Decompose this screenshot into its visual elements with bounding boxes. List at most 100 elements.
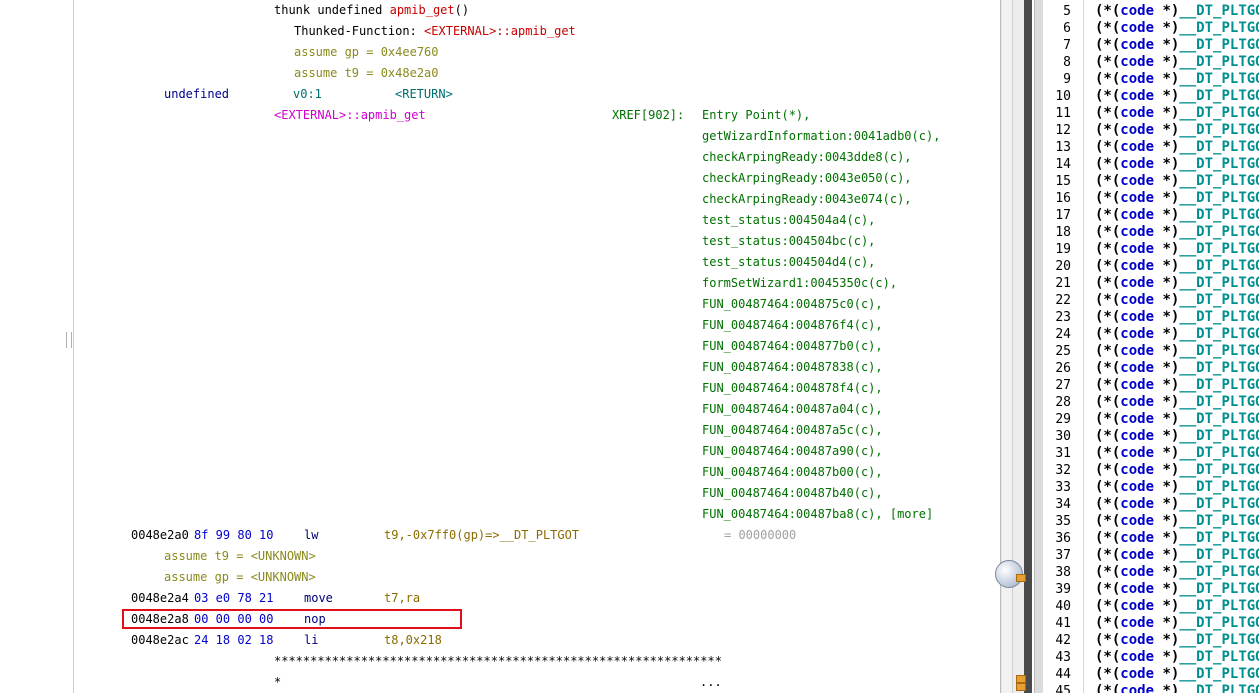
- decompiler-code[interactable]: (*(code *)__DT_PLTGOT: [1095, 190, 1259, 207]
- decompiler-code[interactable]: (*(code *)__DT_PLTGOT: [1095, 581, 1259, 598]
- thunked-target-link[interactable]: <EXTERNAL>::apmib_get: [424, 24, 576, 38]
- xref-entry[interactable]: FUN_00487464:00487b40(c),: [702, 483, 883, 504]
- decompiler-line[interactable]: 37 (*(code *)__DT_PLTGOT: [1043, 547, 1259, 564]
- decompiler-code[interactable]: (*(code *)__DT_PLTGOT: [1095, 105, 1259, 122]
- instr-address[interactable]: 0048e2a0: [131, 525, 189, 546]
- decompiler-code[interactable]: (*(code *)__DT_PLTGOT: [1095, 207, 1259, 224]
- decompiler-line[interactable]: 41 (*(code *)__DT_PLTGOT: [1043, 615, 1259, 632]
- decompiler-line[interactable]: 9 (*(code *)__DT_PLTGOT: [1043, 71, 1259, 88]
- instr-mnemonic[interactable]: li: [304, 630, 318, 651]
- decompiler-code[interactable]: (*(code *)__DT_PLTGOT: [1095, 224, 1259, 241]
- decompiler-line[interactable]: 6 (*(code *)__DT_PLTGOT: [1043, 20, 1259, 37]
- decompiler-line[interactable]: 13 (*(code *)__DT_PLTGOT: [1043, 139, 1259, 156]
- decompiler-line[interactable]: 12 (*(code *)__DT_PLTGOT: [1043, 122, 1259, 139]
- decompiler-code[interactable]: (*(code *)__DT_PLTGOT: [1095, 496, 1259, 513]
- decompiler-line[interactable]: 24 (*(code *)__DT_PLTGOT: [1043, 326, 1259, 343]
- decompiler-line[interactable]: 16 (*(code *)__DT_PLTGOT: [1043, 190, 1259, 207]
- decompiler-code[interactable]: (*(code *)__DT_PLTGOT: [1095, 547, 1259, 564]
- xref-entry[interactable]: FUN_00487464:004875c0(c),: [702, 294, 883, 315]
- decompiler-view[interactable]: 5 (*(code *)__DT_PLTGOT 6 (*(code *)__DT_PL…: [1043, 0, 1259, 693]
- bookmark-marker-icon[interactable]: [1016, 675, 1026, 683]
- xref-entry[interactable]: formSetWizard1:0045350c(c),: [702, 273, 897, 294]
- decompiler-code[interactable]: (*(code *)__DT_PLTGOT: [1095, 513, 1259, 530]
- decompiler-code[interactable]: (*(code *)__DT_PLTGOT: [1095, 649, 1259, 666]
- decompiler-line[interactable]: 21 (*(code *)__DT_PLTGOT: [1043, 275, 1259, 292]
- decompiler-code[interactable]: (*(code *)__DT_PLTGOT: [1095, 377, 1259, 394]
- instr-mnemonic[interactable]: move: [304, 588, 333, 609]
- xref-entry[interactable]: checkArpingReady:0043e074(c),: [702, 189, 912, 210]
- xref-entry[interactable]: getWizardInformation:0041adb0(c),: [702, 126, 940, 147]
- instr-operands[interactable]: t7,ra: [384, 588, 420, 609]
- xref-entry[interactable]: test_status:004504a4(c),: [702, 210, 875, 231]
- decompiler-code[interactable]: (*(code *)__DT_PLTGOT: [1095, 598, 1259, 615]
- decompiler-code[interactable]: (*(code *)__DT_PLTGOT: [1095, 292, 1259, 309]
- decompiler-code[interactable]: (*(code *)__DT_PLTGOT: [1095, 530, 1259, 547]
- decompiler-line[interactable]: 19 (*(code *)__DT_PLTGOT: [1043, 241, 1259, 258]
- decompiler-line[interactable]: 39 (*(code *)__DT_PLTGOT: [1043, 581, 1259, 598]
- decompiler-code[interactable]: (*(code *)__DT_PLTGOT: [1095, 326, 1259, 343]
- decompiler-code[interactable]: (*(code *)__DT_PLTGOT: [1095, 343, 1259, 360]
- decompiler-code[interactable]: (*(code *)__DT_PLTGOT: [1095, 564, 1259, 581]
- decompiler-line[interactable]: 32 (*(code *)__DT_PLTGOT: [1043, 462, 1259, 479]
- decompiler-line[interactable]: 23 (*(code *)__DT_PLTGOT: [1043, 309, 1259, 326]
- decompiler-line[interactable]: 22 (*(code *)__DT_PLTGOT: [1043, 292, 1259, 309]
- decompiler-code[interactable]: (*(code *)__DT_PLTGOT: [1095, 71, 1259, 88]
- decompiler-code[interactable]: (*(code *)__DT_PLTGOT: [1095, 394, 1259, 411]
- xref-entry[interactable]: FUN_00487464:00487a90(c),: [702, 441, 883, 462]
- decompiler-code[interactable]: (*(code *)__DT_PLTGOT: [1095, 666, 1259, 683]
- listing-view[interactable]: thunk undefined apmib_get() Thunked-Func…: [74, 0, 1000, 693]
- decompiler-line[interactable]: 30 (*(code *)__DT_PLTGOT: [1043, 428, 1259, 445]
- decompiler-line[interactable]: 43 (*(code *)__DT_PLTGOT: [1043, 649, 1259, 666]
- decompiler-line[interactable]: 35 (*(code *)__DT_PLTGOT: [1043, 513, 1259, 530]
- xref-entry[interactable]: test_status:004504bc(c),: [702, 231, 875, 252]
- decompiler-code[interactable]: (*(code *)__DT_PLTGOT: [1095, 309, 1259, 326]
- decompiler-line[interactable]: 42 (*(code *)__DT_PLTGOT: [1043, 632, 1259, 649]
- decompiler-code[interactable]: (*(code *)__DT_PLTGOT: [1095, 632, 1259, 649]
- decompiler-code[interactable]: (*(code *)__DT_PLTGOT: [1095, 156, 1259, 173]
- xref-entry[interactable]: FUN_00487464:00487ba8(c), [more]: [702, 504, 933, 525]
- xref-entry[interactable]: FUN_00487464:004877b0(c),: [702, 336, 883, 357]
- decompiler-code[interactable]: (*(code *)__DT_PLTGOT: [1095, 683, 1259, 693]
- more-ellipsis[interactable]: ...: [700, 672, 722, 693]
- decompiler-code[interactable]: (*(code *)__DT_PLTGOT: [1095, 445, 1259, 462]
- xref-entry[interactable]: FUN_00487464:004878f4(c),: [702, 378, 883, 399]
- bookmark-marker-icon[interactable]: [1016, 574, 1026, 582]
- decompiler-line[interactable]: 8 (*(code *)__DT_PLTGOT: [1043, 54, 1259, 71]
- decompiler-code[interactable]: (*(code *)__DT_PLTGOT: [1095, 88, 1259, 105]
- decompiler-line[interactable]: 40 (*(code *)__DT_PLTGOT: [1043, 598, 1259, 615]
- instr-mnemonic[interactable]: lw: [304, 525, 318, 546]
- decompiler-code[interactable]: (*(code *)__DT_PLTGOT: [1095, 275, 1259, 292]
- decompiler-code[interactable]: (*(code *)__DT_PLTGOT: [1095, 360, 1259, 377]
- instr-operands[interactable]: t8,0x218: [384, 630, 442, 651]
- decompiler-line[interactable]: 20 (*(code *)__DT_PLTGOT: [1043, 258, 1259, 275]
- decompiler-line[interactable]: 26 (*(code *)__DT_PLTGOT: [1043, 360, 1259, 377]
- decompiler-code[interactable]: (*(code *)__DT_PLTGOT: [1095, 20, 1259, 37]
- decompiler-code[interactable]: (*(code *)__DT_PLTGOT: [1095, 428, 1259, 445]
- decompiler-line[interactable]: 44 (*(code *)__DT_PLTGOT: [1043, 666, 1259, 683]
- xref-entry[interactable]: checkArpingReady:0043dde8(c),: [702, 147, 912, 168]
- decompiler-code[interactable]: (*(code *)__DT_PLTGOT: [1095, 3, 1259, 20]
- decompiler-code[interactable]: (*(code *)__DT_PLTGOT: [1095, 411, 1259, 428]
- decompiler-line[interactable]: 14 (*(code *)__DT_PLTGOT: [1043, 156, 1259, 173]
- xref-entry[interactable]: test_status:004504d4(c),: [702, 252, 875, 273]
- decompiler-line[interactable]: 28 (*(code *)__DT_PLTGOT: [1043, 394, 1259, 411]
- xref-entry[interactable]: Entry Point(*),: [702, 105, 810, 126]
- decompiler-code[interactable]: (*(code *)__DT_PLTGOT: [1095, 615, 1259, 632]
- decompiler-line[interactable]: 31 (*(code *)__DT_PLTGOT: [1043, 445, 1259, 462]
- decompiler-line[interactable]: 25 (*(code *)__DT_PLTGOT: [1043, 343, 1259, 360]
- decompiler-code[interactable]: (*(code *)__DT_PLTGOT: [1095, 37, 1259, 54]
- decompiler-code[interactable]: (*(code *)__DT_PLTGOT: [1095, 462, 1259, 479]
- xref-entry[interactable]: FUN_00487464:00487b00(c),: [702, 462, 883, 483]
- xref-entry[interactable]: checkArpingReady:0043e050(c),: [702, 168, 912, 189]
- decompiler-line[interactable]: 5 (*(code *)__DT_PLTGOT: [1043, 3, 1259, 20]
- xref-entry[interactable]: FUN_00487464:004876f4(c),: [702, 315, 883, 336]
- decompiler-line[interactable]: 15 (*(code *)__DT_PLTGOT: [1043, 173, 1259, 190]
- decompiler-line[interactable]: 34 (*(code *)__DT_PLTGOT: [1043, 496, 1259, 513]
- decompiler-line[interactable]: 33 (*(code *)__DT_PLTGOT: [1043, 479, 1259, 496]
- function-label[interactable]: <EXTERNAL>::apmib_get: [274, 105, 426, 126]
- decompiler-line[interactable]: 36 (*(code *)__DT_PLTGOT: [1043, 530, 1259, 547]
- decompiler-code[interactable]: (*(code *)__DT_PLTGOT: [1095, 173, 1259, 190]
- decompiler-code[interactable]: (*(code *)__DT_PLTGOT: [1095, 54, 1259, 71]
- instr-operands[interactable]: t9,-0x7ff0(gp)=>__DT_PLTGOT: [384, 525, 579, 546]
- scrollbar-track[interactable]: [1024, 0, 1032, 693]
